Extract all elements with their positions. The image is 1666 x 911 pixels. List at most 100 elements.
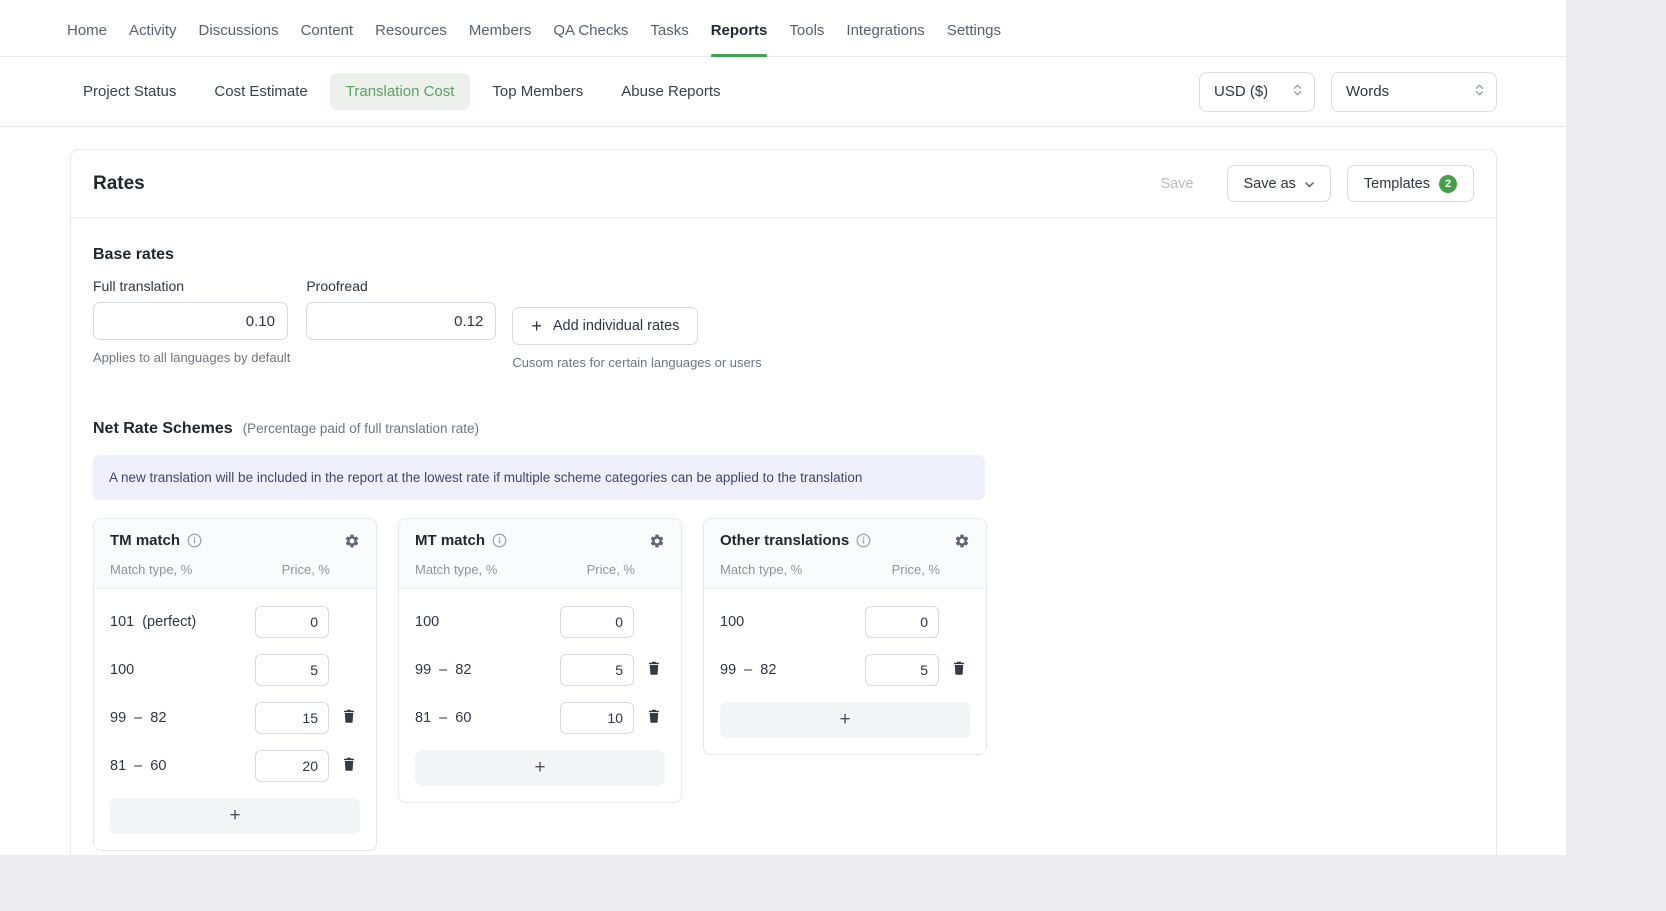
rates-title: Rates	[93, 173, 145, 195]
templates-button[interactable]: Templates 2	[1347, 165, 1474, 202]
add-row-button[interactable]: +	[415, 750, 665, 786]
nav-item-qa-checks[interactable]: QA Checks	[553, 22, 628, 56]
match-type-label: 100	[415, 614, 560, 630]
price-input[interactable]	[560, 654, 634, 686]
match-type-label: 99 – 82	[415, 662, 560, 678]
scheme-column-headers: Match type, % Price, %	[720, 562, 970, 577]
price-input[interactable]	[255, 606, 329, 638]
nav-item-activity[interactable]: Activity	[129, 22, 177, 56]
nav-item-tasks[interactable]: Tasks	[650, 22, 688, 56]
scheme-card-tm-match: TM match Match type, % Price, % 101 (perfec…	[93, 518, 377, 851]
info-icon[interactable]	[492, 533, 507, 548]
gear-icon[interactable]	[954, 533, 970, 549]
subnav-selects: USD ($) Words	[1199, 72, 1497, 112]
info-banner: A new translation will be included in th…	[93, 455, 985, 500]
scheme-body: 101 (perfect)10099 – 8281 – 60+	[94, 589, 376, 850]
nav-item-members[interactable]: Members	[469, 22, 532, 56]
tab-top-members[interactable]: Top Members	[476, 73, 599, 110]
subnav: Project StatusCost EstimateTranslation C…	[0, 57, 1566, 127]
add-row-button[interactable]: +	[110, 798, 360, 834]
delete-row-button[interactable]	[338, 757, 360, 776]
proofread-label: Proofread	[306, 278, 496, 294]
scheme-title-row: MT match	[415, 532, 665, 549]
nav-item-home[interactable]: Home	[67, 22, 107, 56]
info-icon[interactable]	[856, 533, 871, 548]
top-nav: Home Activity Discussions Content Resources M…	[0, 0, 1566, 57]
individual-rates-field: + Add individual rates Cusom rates for c…	[512, 278, 761, 370]
scheme-row: 99 – 82	[415, 654, 665, 686]
scheme-title-row: Other translations	[720, 532, 970, 549]
price-input[interactable]	[560, 606, 634, 638]
scheme-title: Other translations	[720, 532, 849, 549]
scheme-title-row: TM match	[110, 532, 360, 549]
full-translation-input[interactable]	[93, 302, 288, 340]
scheme-body: 100 99 – 82 81 – 60 +	[399, 589, 681, 802]
plus-icon: +	[531, 317, 542, 335]
tab-abuse-reports[interactable]: Abuse Reports	[605, 73, 736, 110]
delete-row-button[interactable]	[948, 661, 970, 680]
currency-select-value: USD ($)	[1214, 83, 1268, 100]
proofread-field: Proofread	[306, 278, 496, 370]
templates-count-badge: 2	[1439, 175, 1457, 193]
chevron-down-icon	[1305, 176, 1314, 192]
scheme-row: 99 – 82	[110, 702, 360, 734]
save-as-button[interactable]: Save as	[1227, 165, 1331, 202]
nav-item-resources[interactable]: Resources	[375, 22, 447, 56]
scheme-head: TM match Match type, % Price, %	[94, 519, 376, 589]
updown-caret-icon	[1475, 83, 1484, 101]
proofread-input[interactable]	[306, 302, 496, 340]
save-button[interactable]: Save	[1143, 165, 1210, 202]
price-input[interactable]	[255, 702, 329, 734]
nav-item-reports[interactable]: Reports	[711, 22, 768, 56]
delete-row-button[interactable]	[643, 661, 665, 680]
tab-cost-estimate[interactable]: Cost Estimate	[198, 73, 323, 110]
scheme-row: 99 – 82	[720, 654, 970, 686]
gear-icon[interactable]	[649, 533, 665, 549]
gear-icon[interactable]	[344, 533, 360, 549]
scheme-title: MT match	[415, 532, 485, 549]
delete-row-button[interactable]	[338, 709, 360, 728]
match-type-label: 101 (perfect)	[110, 614, 255, 630]
nav-item-content[interactable]: Content	[301, 22, 354, 56]
nav-item-settings[interactable]: Settings	[947, 22, 1001, 56]
add-row-button[interactable]: +	[720, 702, 970, 738]
price-input[interactable]	[560, 702, 634, 734]
scheme-card-other-translations: Other translationsMatch type, %Price, %1…	[703, 518, 987, 755]
scheme-card-mt-match: MT matchMatch type, %Price, %10099 – 828…	[398, 518, 682, 803]
unit-select[interactable]: Words	[1331, 72, 1497, 112]
trash-icon	[648, 709, 660, 728]
price-column-label: Price, %	[587, 562, 635, 577]
trash-icon	[953, 661, 965, 680]
updown-caret-icon	[1293, 83, 1302, 101]
individual-rates-hint: Cusom rates for certain languages or use…	[512, 355, 761, 370]
base-rates-title: Base rates	[93, 246, 1474, 264]
tab-project-status[interactable]: Project Status	[67, 73, 192, 110]
rates-card: Rates Save Save as Templates 2 Base rate…	[70, 149, 1497, 855]
tab-translation-cost[interactable]: Translation Cost	[330, 73, 471, 110]
nav-item-integrations[interactable]: Integrations	[846, 22, 924, 56]
price-input[interactable]	[865, 606, 939, 638]
match-type-label: 81 – 60	[415, 710, 560, 726]
price-input[interactable]	[865, 654, 939, 686]
currency-select[interactable]: USD ($)	[1199, 72, 1315, 112]
price-column-label: Price, %	[282, 562, 330, 577]
price-input[interactable]	[255, 750, 329, 782]
match-type-label: 99 – 82	[720, 662, 865, 678]
price-input[interactable]	[255, 654, 329, 686]
price-column-label: Price, %	[892, 562, 940, 577]
match-type-column-label: Match type, %	[110, 562, 192, 577]
net-rate-schemes-subtitle: (Percentage paid of full translation rat…	[243, 421, 479, 436]
info-icon[interactable]	[187, 533, 202, 548]
scheme-row: 81 – 60	[415, 702, 665, 734]
trash-icon	[343, 757, 355, 776]
add-individual-rates-button[interactable]: + Add individual rates	[512, 307, 698, 345]
scheme-column-headers: Match type, % Price, %	[110, 562, 360, 577]
scheme-row: 100	[110, 654, 360, 686]
content-area: Rates Save Save as Templates 2 Base rate…	[0, 127, 1566, 855]
delete-row-button[interactable]	[643, 709, 665, 728]
match-type-column-label: Match type, %	[720, 562, 802, 577]
nav-item-tools[interactable]: Tools	[789, 22, 824, 56]
scheme-row: 101 (perfect)	[110, 606, 360, 638]
nav-item-discussions[interactable]: Discussions	[199, 22, 279, 56]
templates-label: Templates	[1364, 176, 1430, 192]
